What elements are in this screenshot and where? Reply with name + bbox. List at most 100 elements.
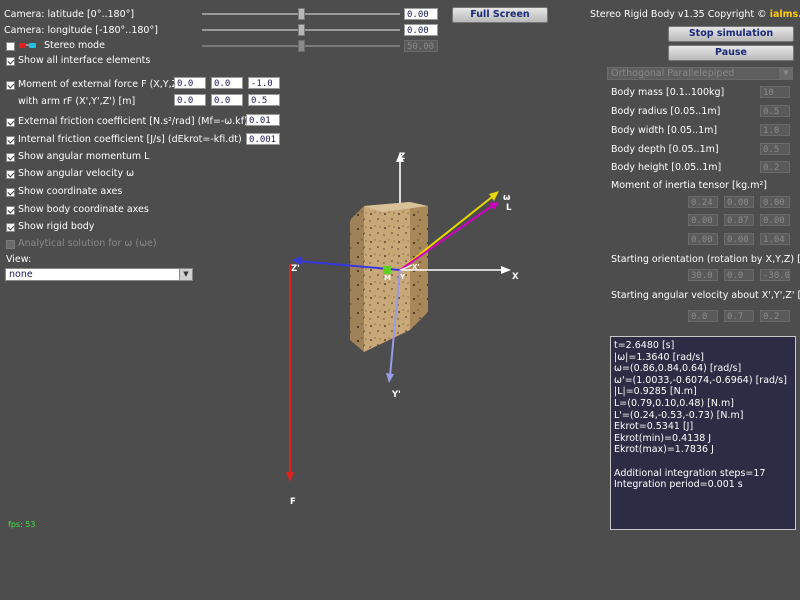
L-label: L	[506, 203, 512, 213]
info-line: Ekrot=0.5341 [J]	[614, 421, 694, 433]
camera-latitude-label: Camera: latitude [0°..180°]	[4, 9, 135, 20]
inertia-label: Moment of inertia tensor [kg.m²]	[611, 180, 767, 191]
chevron-down-icon: ▼	[179, 269, 192, 280]
show-axes-label: Show coordinate axes	[18, 186, 123, 197]
inertia-cell: 0.00	[760, 196, 790, 208]
F-label: F	[290, 497, 296, 507]
inertia-cell: 0.87	[724, 214, 754, 226]
show-L-label: Show angular momentum L	[18, 151, 150, 162]
orientation-x-input: 30.0	[688, 269, 718, 281]
info-line: L'=(0.24,-0.53,-0.73) [N.m]	[614, 409, 744, 421]
info-line: L=(0.79,0.10,0.48) [N.m]	[614, 397, 734, 409]
angular-velocity-label: Starting angular velocity about X',Y',Z'…	[611, 290, 800, 301]
chevron-down-icon: ▼	[779, 68, 792, 79]
inertia-cell: 0.00	[724, 233, 754, 245]
show-omega-checkbox[interactable]	[6, 170, 15, 179]
stereo-mode-label: Stereo mode	[44, 40, 105, 51]
camera-longitude-value[interactable]: 0.00	[404, 24, 438, 36]
info-line	[614, 456, 792, 468]
app-title: Stereo Rigid Body v1.35 Copyright © ialm…	[590, 9, 800, 21]
y-prime-label: Y'	[391, 390, 401, 400]
z-prime-label: Z'	[291, 264, 300, 274]
arm-label: with arm rF (X',Y',Z') [m]	[18, 96, 136, 107]
camera-latitude-slider[interactable]	[202, 8, 400, 20]
arm-z-input[interactable]: 0.5	[248, 94, 280, 106]
depth-label: Body depth [0.05..1m]	[611, 144, 719, 155]
body-type-value: Orthogonal Parallelepiped	[611, 68, 735, 79]
info-line: Ekrot(max)=1.7836 J	[614, 444, 714, 456]
camera-latitude-value[interactable]: 0.00	[404, 8, 438, 20]
stop-simulation-button[interactable]: Stop simulation	[668, 26, 794, 42]
show-all-label: Show all interface elements	[18, 55, 151, 66]
angular-velocity-z-input: 0.2	[760, 310, 790, 322]
radius-input: 0.5	[760, 105, 790, 117]
body-type-select[interactable]: Orthogonal Parallelepiped ▼	[607, 67, 793, 80]
fps-counter: fps: 53	[8, 520, 36, 529]
camera-longitude-thumb[interactable]	[298, 24, 305, 36]
info-line: t=2.6480 [s]	[614, 340, 675, 351]
stereo-slider[interactable]	[202, 40, 400, 52]
arm-x-input[interactable]: 0.0	[174, 94, 206, 106]
inertia-cell: 0.00	[724, 196, 754, 208]
inertia-cell: 0.00	[688, 214, 718, 226]
angular-velocity-y-input: 0.7	[724, 310, 754, 322]
camera-longitude-slider[interactable]	[202, 24, 400, 36]
height-label: Body height [0.05..1m]	[611, 162, 722, 173]
arm-y-input[interactable]: 0.0	[211, 94, 243, 106]
ext-friction-label: External friction coefficient [N.s²/rad]…	[18, 116, 248, 127]
show-L-checkbox[interactable]	[6, 153, 15, 162]
force-application-point	[383, 266, 391, 274]
inertia-cell: 0.00	[760, 214, 790, 226]
info-line: Integration period=0.001 s	[614, 479, 743, 491]
ext-friction-checkbox[interactable]	[6, 118, 15, 127]
view-select-value: none	[9, 269, 33, 280]
info-line: |ω|=1.3640 [rad/s]	[614, 351, 704, 363]
inertia-cell: 1.04	[760, 233, 790, 245]
orientation-label: Starting orientation (rotation by X,Y,Z)…	[611, 254, 800, 265]
orientation-z-input: -30.0	[760, 269, 790, 281]
M-label: M	[384, 274, 391, 282]
ext-friction-input[interactable]: 0.01	[246, 114, 280, 126]
show-body-axes-checkbox[interactable]	[6, 206, 15, 215]
camera-latitude-thumb[interactable]	[298, 8, 305, 20]
height-input: 0.2	[760, 161, 790, 173]
app-title-text: Stereo Rigid Body v1.35 Copyright ©	[590, 9, 767, 20]
stereo-value: 50.00	[404, 40, 438, 52]
x-prime-label: X'	[412, 263, 420, 271]
x-axis-label: X	[512, 272, 519, 282]
stereo-mode-checkbox[interactable]	[6, 42, 15, 51]
show-rigid-label: Show rigid body	[18, 221, 95, 232]
width-input: 1.0	[760, 124, 790, 136]
omega-label: ω	[503, 193, 511, 203]
int-friction-checkbox[interactable]	[6, 136, 15, 145]
info-line: |L|=0.9285 [N.m]	[614, 386, 697, 398]
depth-input: 0.5	[760, 143, 790, 155]
y-axis-label: Y	[399, 273, 406, 281]
scene-canvas[interactable]: Z X ω L Z' Y' X' M Y F	[200, 140, 600, 520]
show-omega-label: Show angular velocity ω	[18, 168, 135, 179]
simulation-info-panel: t=2.6480 [s] |ω|=1.3640 [rad/s] ω=(0.86,…	[610, 336, 796, 530]
info-line: ω=(0.86,0.84,0.64) [rad/s]	[614, 363, 742, 375]
brand-link[interactable]: ialms.ne	[770, 9, 800, 20]
mass-label: Body mass [0.1..100kg]	[611, 87, 725, 98]
pause-button[interactable]: Pause	[668, 45, 794, 61]
moment-x-input[interactable]: 0.0	[174, 77, 206, 89]
show-rigid-checkbox[interactable]	[6, 223, 15, 232]
mass-input: 10	[760, 86, 790, 98]
orientation-y-input: 0.0	[724, 269, 754, 281]
moment-z-input[interactable]: -1.0	[248, 77, 280, 89]
analytical-checkbox[interactable]	[6, 240, 15, 249]
camera-longitude-label: Camera: longitude [-180°..180°]	[4, 25, 158, 36]
analytical-label: Analytical solution for ω (ωe)	[18, 238, 157, 249]
full-screen-button[interactable]: Full Screen	[452, 7, 548, 23]
show-all-checkbox[interactable]	[6, 57, 15, 66]
show-axes-checkbox[interactable]	[6, 188, 15, 197]
moment-y-input[interactable]: 0.0	[211, 77, 243, 89]
z-axis-label: Z	[399, 152, 405, 162]
view-select[interactable]: none ▼	[5, 268, 193, 281]
radius-label: Body radius [0.05..1m]	[611, 106, 721, 117]
inertia-cell: 0.00	[688, 233, 718, 245]
stereo-thumb[interactable]	[298, 40, 305, 52]
moment-checkbox[interactable]	[6, 81, 15, 90]
info-line: ω'=(1.0033,-0.6074,-0.6964) [rad/s]	[614, 374, 787, 386]
